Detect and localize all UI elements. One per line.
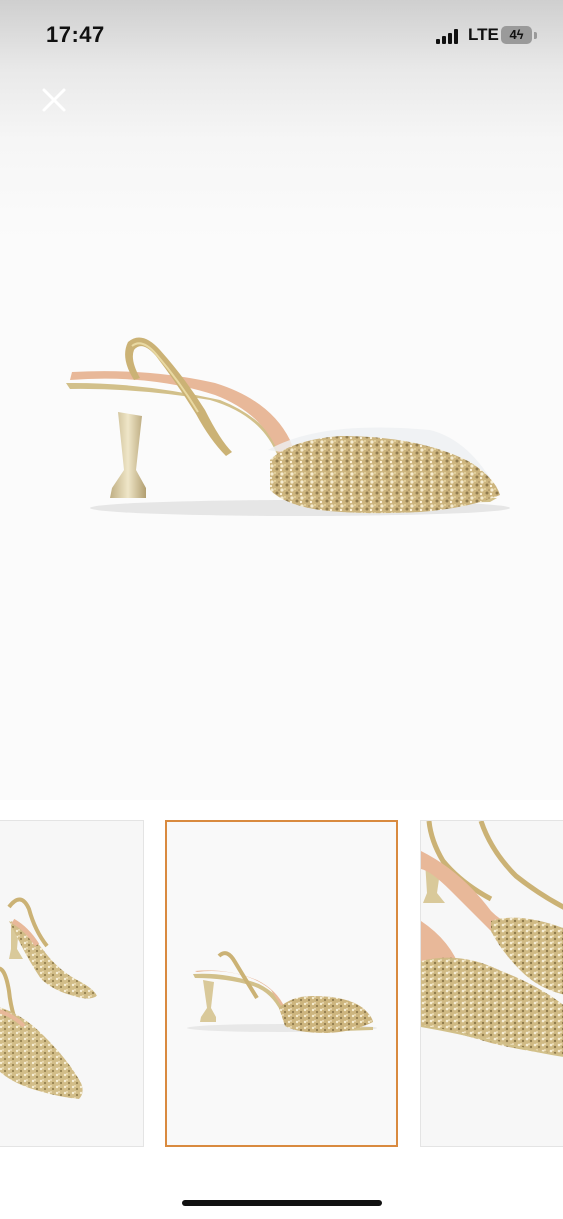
thumbnail-1-selected[interactable] [165,820,398,1147]
thumbnail-image [0,897,97,1099]
battery-level: 4ϟ [509,27,524,42]
close-icon [42,88,66,112]
network-label: LTE [468,25,499,44]
status-time: 17:47 [46,22,105,47]
thumbnail-0[interactable] [0,820,144,1147]
image-viewer-screen: 17:47 LTE 4ϟ [0,0,563,1219]
thumbnail-2[interactable] [420,820,563,1147]
thumbnail-image [421,821,563,1057]
close-button[interactable] [36,82,72,118]
signal-icon [436,28,462,44]
shoe-image [66,337,510,516]
thumbnail-image [187,951,377,1033]
battery-nub [534,32,537,39]
image-viewer[interactable]: 17:47 LTE 4ϟ [0,0,563,800]
battery-icon: 4ϟ [501,26,532,44]
main-product-image[interactable] [0,150,563,800]
home-indicator[interactable] [182,1200,382,1206]
thumbnail-strip[interactable] [0,800,563,1170]
status-bar: 17:47 LTE 4ϟ [0,0,563,72]
